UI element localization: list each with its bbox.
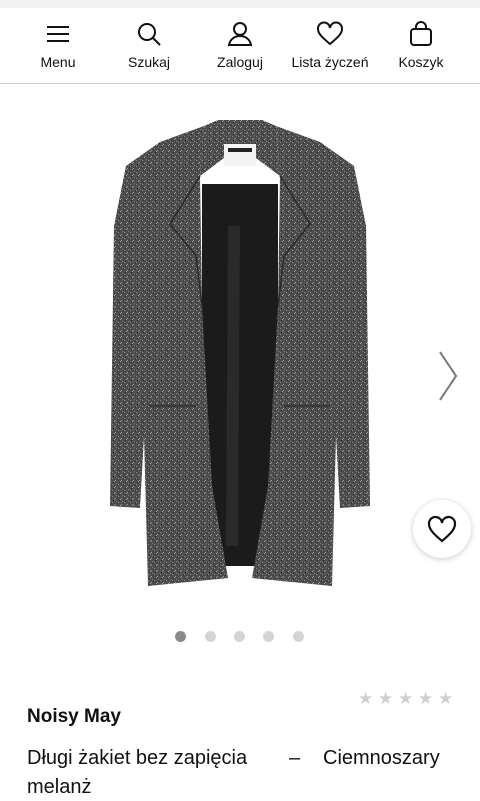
add-to-wishlist-button[interactable] — [413, 500, 471, 558]
product-name-separator: – — [289, 747, 301, 769]
nav-login[interactable]: Zaloguj — [194, 8, 286, 83]
user-icon — [227, 22, 253, 46]
brand-label-tag — [224, 144, 256, 166]
menu-icon — [47, 26, 69, 42]
product-color: Ciemnoszary — [323, 747, 440, 769]
nav-cart[interactable]: Koszyk — [375, 8, 467, 83]
pagination-dot[interactable] — [175, 631, 186, 642]
bag-icon — [410, 21, 432, 46]
product-name-line1: Długi żakiet bez zapięcia — [27, 747, 248, 769]
nav-cart-label: Koszyk — [398, 54, 444, 70]
product-image[interactable] — [100, 106, 380, 586]
status-strip — [0, 0, 480, 8]
pagination-dot[interactable] — [205, 631, 216, 642]
nav-search[interactable]: Szukaj — [103, 8, 195, 83]
search-icon — [138, 23, 161, 46]
pagination-dot[interactable] — [293, 631, 304, 642]
top-navigation: Menu Szukaj Zaloguj Lista życzeń Koszyk — [0, 8, 480, 84]
product-name-line2: melanż — [27, 776, 92, 798]
nav-menu[interactable]: Menu — [12, 8, 104, 83]
product-gallery[interactable] — [0, 84, 480, 654]
star-icon: ★ — [438, 689, 454, 708]
star-icon: ★ — [398, 689, 414, 708]
nav-login-label: Zaloguj — [217, 54, 263, 70]
next-image-arrow-icon[interactable] — [434, 348, 462, 404]
pagination-dot[interactable] — [234, 631, 245, 642]
heart-icon — [427, 515, 457, 543]
heart-icon — [317, 21, 343, 46]
gallery-pagination — [0, 631, 480, 645]
product-brand[interactable]: Noisy May — [27, 706, 121, 728]
nav-wishlist-label: Lista życzeń — [291, 54, 369, 70]
nav-wishlist[interactable]: Lista życzeń — [284, 8, 376, 83]
pagination-dot[interactable] — [263, 631, 274, 642]
star-icon: ★ — [358, 689, 374, 708]
star-icon: ★ — [378, 689, 394, 708]
nav-menu-label: Menu — [40, 54, 76, 70]
star-icon: ★ — [418, 689, 434, 708]
nav-search-label: Szukaj — [127, 54, 171, 70]
rating-stars[interactable]: ★ ★ ★ ★ ★ — [358, 690, 458, 708]
